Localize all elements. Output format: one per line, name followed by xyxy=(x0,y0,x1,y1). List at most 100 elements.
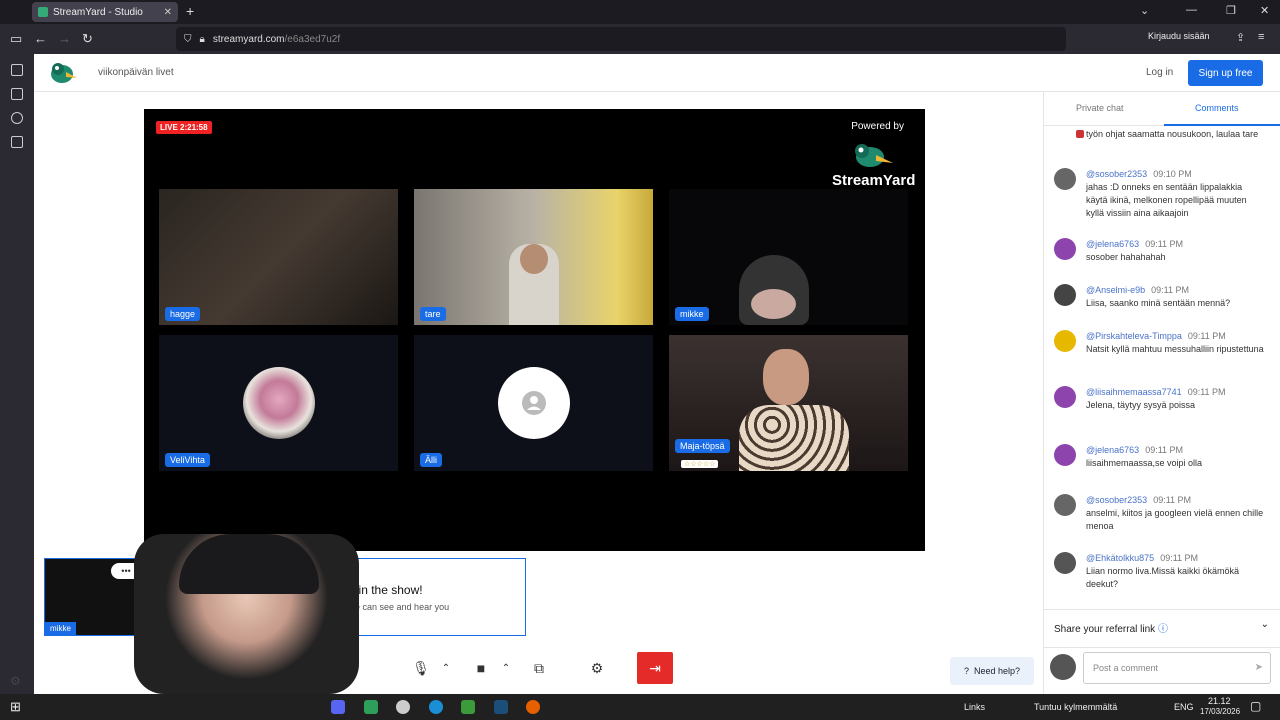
microphone-button[interactable]: 🎙︎ xyxy=(408,652,434,684)
send-icon[interactable]: ➤ xyxy=(1255,662,1263,673)
extensions-side-icon[interactable] xyxy=(11,88,23,100)
sidebar-settings-icon[interactable]: ⚙ xyxy=(10,674,21,688)
comment-time: 09:11 PM xyxy=(1187,331,1226,341)
comment-avatar xyxy=(1054,238,1076,260)
links-toolbar[interactable]: Links xyxy=(964,702,985,712)
participant-tile[interactable]: mikke xyxy=(669,189,908,325)
help-button[interactable]: ? Need help? xyxy=(950,657,1034,685)
streamyard-favicon-icon xyxy=(38,7,48,17)
discord-icon[interactable] xyxy=(331,700,345,714)
author-name[interactable]: @jelena6763 xyxy=(1086,239,1139,249)
tab-comments[interactable]: Comments xyxy=(1195,103,1239,113)
comment-avatar xyxy=(1054,494,1076,516)
bookmarks-icon[interactable] xyxy=(11,136,23,148)
author-name[interactable]: @Pirskahteleva-Timppa xyxy=(1086,331,1182,341)
comment-text: Jelena, täytyy sysyä poissa xyxy=(1086,400,1196,410)
reload-icon[interactable]: ↻ xyxy=(82,31,93,47)
start-icon[interactable]: ⊞ xyxy=(10,699,21,715)
ai-icon[interactable] xyxy=(11,64,23,76)
language-indicator[interactable]: ENG xyxy=(1174,702,1194,712)
comment-time: 09:11 PM xyxy=(1151,285,1190,295)
participant-tile[interactable]: VeliVihta xyxy=(159,335,398,471)
media-icon[interactable] xyxy=(461,700,475,714)
clock-time[interactable]: 21.12 xyxy=(1208,696,1231,706)
author-name[interactable]: @jelena6763 xyxy=(1086,445,1139,455)
camera-options-chevron-icon[interactable]: ⌃ xyxy=(496,652,516,684)
powered-by-label: Powered by xyxy=(851,121,904,132)
comment-text: liisaihmemaassa,se voipi olla xyxy=(1086,458,1203,468)
close-window-icon[interactable]: ✕ xyxy=(1260,4,1269,17)
participant-tile[interactable]: Maja-töpsä ☆☆☆☆☆ xyxy=(669,335,908,471)
author-name[interactable]: @liisaihmemaassa7741 xyxy=(1086,387,1182,397)
info-icon[interactable]: ⓘ xyxy=(1158,624,1168,635)
back-icon[interactable]: ← xyxy=(34,31,47,46)
comment-avatar xyxy=(1054,444,1076,466)
active-tab-indicator xyxy=(1164,124,1280,126)
notifications-icon[interactable]: ▢ xyxy=(1250,699,1261,713)
author-name[interactable]: @sosober2353 xyxy=(1086,169,1147,179)
referral-link-row[interactable]: Share your referral link ⓘ ⌄ xyxy=(1044,609,1280,639)
share-screen-button[interactable]: ⧉ xyxy=(526,652,552,684)
mic-options-chevron-icon[interactable]: ⌃ xyxy=(436,652,456,684)
edge-icon[interactable] xyxy=(429,700,443,714)
cap-icon xyxy=(179,534,319,594)
expand-chevron-icon[interactable]: ⌄ xyxy=(1261,619,1269,630)
close-tab-icon[interactable]: ✕ xyxy=(164,7,172,18)
streamyard-wordmark: StreamYard xyxy=(832,172,916,189)
author-name[interactable]: @sosober2353 xyxy=(1086,495,1147,505)
participant-face xyxy=(763,349,809,405)
comment-avatar xyxy=(1054,386,1076,408)
participant-tile[interactable]: Älli xyxy=(414,335,653,471)
comment-author: @sosober2353 09:10 PM xyxy=(1086,168,1256,180)
participant-tile[interactable]: hagge xyxy=(159,189,398,325)
firefox-icon[interactable] xyxy=(526,700,540,714)
participant-face xyxy=(751,289,796,319)
sign-in-button[interactable]: Kirjaudu sisään xyxy=(1148,31,1210,41)
new-tab-icon[interactable]: + xyxy=(186,3,194,19)
author-name[interactable]: @Ehkätolkku875 xyxy=(1086,553,1154,563)
participant-name: Maja-töpsä xyxy=(675,439,730,453)
login-link[interactable]: Log in xyxy=(1146,67,1173,78)
comment-time: 09:11 PM xyxy=(1145,239,1184,249)
address-bar[interactable]: ⛉ 🔒︎ streamyard.com/e6a3ed7u2f xyxy=(176,27,1066,51)
comment-text: Natsit kyllä mahtuu messuhalliin ripuste… xyxy=(1086,344,1264,354)
streamyard-logo-icon[interactable] xyxy=(48,60,78,86)
site-name: viikonpäivän livet xyxy=(98,67,174,78)
app-icon[interactable] xyxy=(364,700,378,714)
participant-face xyxy=(520,244,548,274)
author-name[interactable]: @Anselmi-e9b xyxy=(1086,285,1145,295)
extensions-icon[interactable]: ⇪ xyxy=(1236,31,1245,44)
camera-button[interactable]: ■ xyxy=(468,652,494,684)
clock-date[interactable]: 17/03/2026 xyxy=(1200,707,1240,716)
steam-icon[interactable] xyxy=(494,700,508,714)
browser-sidebar xyxy=(0,54,34,694)
participant-avatar xyxy=(242,367,315,439)
participant-name: Älli xyxy=(420,453,443,467)
live-badge: LIVE 2:21:58 xyxy=(156,121,212,134)
minimize-icon[interactable]: — xyxy=(1186,4,1197,16)
menu-icon[interactable]: ≡ xyxy=(1258,31,1264,43)
participant-name: VeliVihta xyxy=(165,453,210,467)
lock-icon[interactable]: 🔒︎ xyxy=(200,34,205,45)
settings-button[interactable]: ⚙ xyxy=(584,652,610,684)
comment-time: 09:11 PM xyxy=(1153,495,1192,505)
sidebar-toggle-icon[interactable]: ▭ xyxy=(10,31,22,47)
history-icon[interactable] xyxy=(11,112,23,124)
browser-tab[interactable]: StreamYard - Studio ✕ xyxy=(32,2,178,22)
shield-icon[interactable]: ⛉ xyxy=(184,34,192,45)
comment-author: @Pirskahteleva-Timppa 09:11 PM xyxy=(1086,330,1256,342)
forward-icon[interactable]: → xyxy=(58,31,71,46)
comment-text: työn ohjat saamatta nousukoon, laulaa ta… xyxy=(1086,129,1259,139)
leave-studio-button[interactable]: ⇥ xyxy=(637,652,673,684)
comment-time: 09:11 PM xyxy=(1160,553,1199,563)
signup-button[interactable]: Sign up free xyxy=(1188,60,1263,86)
comment-author: @Anselmi-e9b 09:11 PM xyxy=(1086,284,1256,296)
participant-tile[interactable]: tare xyxy=(414,189,653,325)
maximize-icon[interactable]: ❐ xyxy=(1226,4,1236,17)
tab-private-chat[interactable]: Private chat xyxy=(1076,103,1124,113)
comment-input[interactable]: Post a comment xyxy=(1083,652,1271,684)
tab-list-icon[interactable]: ⌄ xyxy=(1140,4,1149,17)
app2-icon[interactable] xyxy=(396,700,410,714)
help-label: Need help? xyxy=(973,666,1021,676)
weather-text[interactable]: Tuntuu kylmemmältä xyxy=(1034,702,1117,712)
